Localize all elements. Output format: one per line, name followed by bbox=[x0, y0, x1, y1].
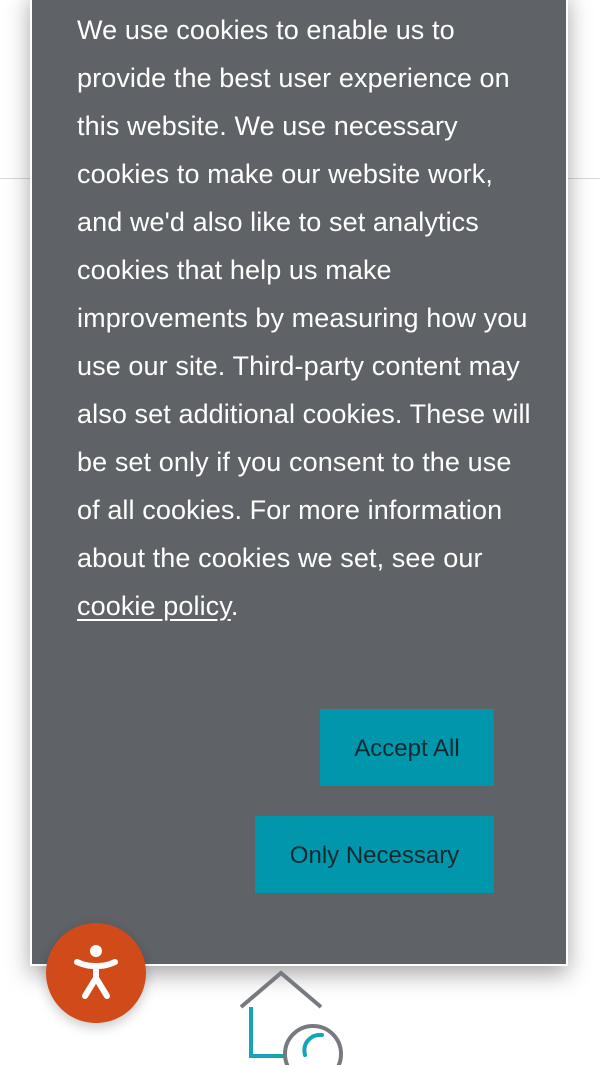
accessibility-button[interactable] bbox=[46, 923, 146, 1023]
cookie-policy-link[interactable]: cookie policy bbox=[77, 591, 231, 621]
cookie-message: We use cookies to enable us to provide t… bbox=[77, 6, 532, 630]
accessibility-icon bbox=[72, 944, 120, 1002]
accept-all-button[interactable]: Accept All bbox=[320, 709, 494, 786]
page: We use cookies to enable us to provide t… bbox=[0, 0, 600, 1065]
cookie-message-body: We use cookies to enable us to provide t… bbox=[77, 15, 531, 573]
cookie-consent-banner: We use cookies to enable us to provide t… bbox=[30, 0, 568, 966]
cookie-message-end: . bbox=[230, 591, 239, 621]
house-logo-icon bbox=[236, 965, 346, 1065]
only-necessary-button[interactable]: Only Necessary bbox=[255, 816, 494, 893]
